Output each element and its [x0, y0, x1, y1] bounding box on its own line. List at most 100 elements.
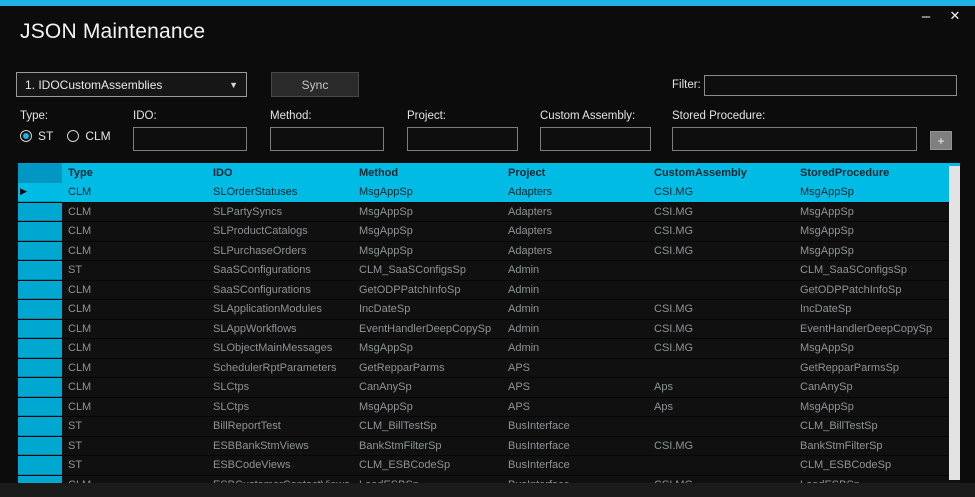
- row-selector[interactable]: [18, 202, 62, 221]
- radio-clm[interactable]: CLM: [67, 129, 111, 143]
- grid-cell[interactable]: CSI.MG: [648, 476, 794, 483]
- project-field[interactable]: [407, 127, 518, 151]
- grid-cell[interactable]: SLOrderStatuses: [207, 183, 353, 202]
- grid-cell[interactable]: BankStmFilterSp: [794, 437, 960, 456]
- grid-cell[interactable]: APS: [502, 359, 648, 378]
- grid-cell[interactable]: CLM_ESBCodeSp: [794, 456, 960, 475]
- filter-input[interactable]: [704, 75, 957, 96]
- grid-cell[interactable]: MsgAppSp: [794, 222, 960, 241]
- grid-cell[interactable]: SLObjectMainMessages: [207, 339, 353, 358]
- grid-cell[interactable]: MsgAppSp: [794, 203, 960, 222]
- grid-cell[interactable]: Admin: [502, 281, 648, 300]
- grid-cell[interactable]: CLM_SaaSConfigsSp: [353, 261, 502, 280]
- grid-cell[interactable]: BusInterface: [502, 456, 648, 475]
- grid-cell[interactable]: MsgAppSp: [353, 222, 502, 241]
- grid-cell[interactable]: Admin: [502, 300, 648, 319]
- row-selector[interactable]: [18, 300, 62, 319]
- grid-cell[interactable]: CSI.MG: [648, 203, 794, 222]
- grid-cell[interactable]: CSI.MG: [648, 222, 794, 241]
- grid-cell[interactable]: CLM: [62, 281, 207, 300]
- grid-cell[interactable]: CSI.MG: [648, 300, 794, 319]
- add-button[interactable]: +: [930, 131, 952, 150]
- method-field[interactable]: [270, 127, 384, 151]
- grid-cell[interactable]: CLM: [62, 359, 207, 378]
- grid-cell[interactable]: GetRepparParms: [353, 359, 502, 378]
- grid-cell[interactable]: SLApplicationModules: [207, 300, 353, 319]
- table-row[interactable]: CLM SLObjectMainMessages MsgAppSp Admin CSI.…: [18, 339, 960, 359]
- row-selector[interactable]: [18, 397, 62, 416]
- grid-cell[interactable]: SLCtps: [207, 398, 353, 417]
- grid-cell[interactable]: IncDateSp: [794, 300, 960, 319]
- table-row[interactable]: ST BillReportTest CLM_BillTestSp BusInterfa…: [18, 417, 960, 437]
- dataset-dropdown[interactable]: 1. IDOCustomAssemblies ▼: [16, 72, 247, 97]
- grid-cell[interactable]: IncDateSp: [353, 300, 502, 319]
- grid-cell[interactable]: CLM: [62, 222, 207, 241]
- grid-cell[interactable]: SLPurchaseOrders: [207, 242, 353, 261]
- close-button[interactable]: ✕: [944, 6, 966, 26]
- grid-cell[interactable]: MsgAppSp: [794, 339, 960, 358]
- table-row[interactable]: ST ESBCodeViews CLM_ESBCodeSp BusInterface C…: [18, 456, 960, 476]
- sync-button[interactable]: Sync: [271, 72, 359, 97]
- grid-cell[interactable]: MsgAppSp: [353, 242, 502, 261]
- grid-cell[interactable]: CLM: [62, 242, 207, 261]
- table-row[interactable]: CLMESBCustomerContactViewsLoadESBSpBusIn…: [18, 475, 960, 483]
- grid-cell[interactable]: CanAnySp: [794, 378, 960, 397]
- grid-cell[interactable]: SLPartySyncs: [207, 203, 353, 222]
- grid-cell[interactable]: CLM_BillTestSp: [353, 417, 502, 436]
- grid-cell[interactable]: EventHandlerDeepCopySp: [353, 320, 502, 339]
- grid-cell[interactable]: LoadESBSp: [794, 476, 960, 483]
- grid-cell[interactable]: CLM: [62, 339, 207, 358]
- grid-cell[interactable]: Adapters: [502, 222, 648, 241]
- grid-cell[interactable]: Aps: [648, 398, 794, 417]
- grid-cell[interactable]: APS: [502, 398, 648, 417]
- grid-cell[interactable]: BusInterface: [502, 417, 648, 436]
- grid-cell[interactable]: CSI.MG: [648, 339, 794, 358]
- table-row[interactable]: CLM SLAppWorkflows EventHandlerDeepCopySp A…: [18, 319, 960, 339]
- row-selector[interactable]: [18, 339, 62, 358]
- row-selector[interactable]: [18, 378, 62, 397]
- grid-cell[interactable]: CLM: [62, 183, 207, 202]
- grid-cell[interactable]: CSI.MG: [648, 320, 794, 339]
- column-header-ido[interactable]: IDO: [207, 163, 353, 183]
- grid-cell[interactable]: [648, 281, 794, 300]
- grid-cell[interactable]: SaaSConfigurations: [207, 261, 353, 280]
- grid-cell[interactable]: ST: [62, 261, 207, 280]
- row-selector[interactable]: [18, 319, 62, 338]
- grid-cell[interactable]: MsgAppSp: [353, 183, 502, 202]
- grid-cell[interactable]: Adapters: [502, 183, 648, 202]
- table-row[interactable]: ▶ CLM SLOrderStatuses MsgAppSp Adapters CSI.M…: [18, 183, 960, 203]
- grid-cell[interactable]: CSI.MG: [648, 437, 794, 456]
- minimize-button[interactable]: –: [915, 6, 937, 26]
- grid-cell[interactable]: BusInterface: [502, 476, 648, 483]
- row-selector[interactable]: [18, 358, 62, 377]
- grid-cell[interactable]: MsgAppSp: [794, 242, 960, 261]
- grid-cell[interactable]: Admin: [502, 339, 648, 358]
- grid-cell[interactable]: SchedulerRptParameters: [207, 359, 353, 378]
- grid-cell[interactable]: SLProductCatalogs: [207, 222, 353, 241]
- grid-cell[interactable]: [648, 417, 794, 436]
- custom-assembly-field[interactable]: [540, 127, 651, 151]
- stored-procedure-field[interactable]: [672, 127, 917, 151]
- row-selector[interactable]: [18, 222, 62, 241]
- row-selector[interactable]: [18, 261, 62, 280]
- grid-cell[interactable]: ST: [62, 417, 207, 436]
- row-selector[interactable]: [18, 456, 62, 475]
- grid-cell[interactable]: MsgAppSp: [353, 203, 502, 222]
- radio-st[interactable]: ST: [20, 129, 53, 143]
- grid-cell[interactable]: ST: [62, 437, 207, 456]
- table-row[interactable]: CLM SLCtps CanAnySp APS Aps CanAnySp: [18, 378, 960, 398]
- row-selector[interactable]: [18, 280, 62, 299]
- row-selector[interactable]: [18, 241, 62, 260]
- grid-cell[interactable]: MsgAppSp: [353, 339, 502, 358]
- grid-cell[interactable]: ESBCustomerContactViews: [207, 476, 353, 483]
- grid-cell[interactable]: EventHandlerDeepCopySp: [794, 320, 960, 339]
- grid-cell[interactable]: Adapters: [502, 242, 648, 261]
- column-header-method[interactable]: Method: [353, 163, 502, 183]
- row-selector[interactable]: [18, 475, 62, 483]
- grid-cell[interactable]: CLM: [62, 203, 207, 222]
- vertical-scrollbar[interactable]: [949, 166, 960, 480]
- grid-cell[interactable]: SaaSConfigurations: [207, 281, 353, 300]
- grid-cell[interactable]: CLM_BillTestSp: [794, 417, 960, 436]
- table-row[interactable]: ST ESBBankStmViews BankStmFilterSp BusInter…: [18, 436, 960, 456]
- grid-cell[interactable]: GetODPPatchInfoSp: [353, 281, 502, 300]
